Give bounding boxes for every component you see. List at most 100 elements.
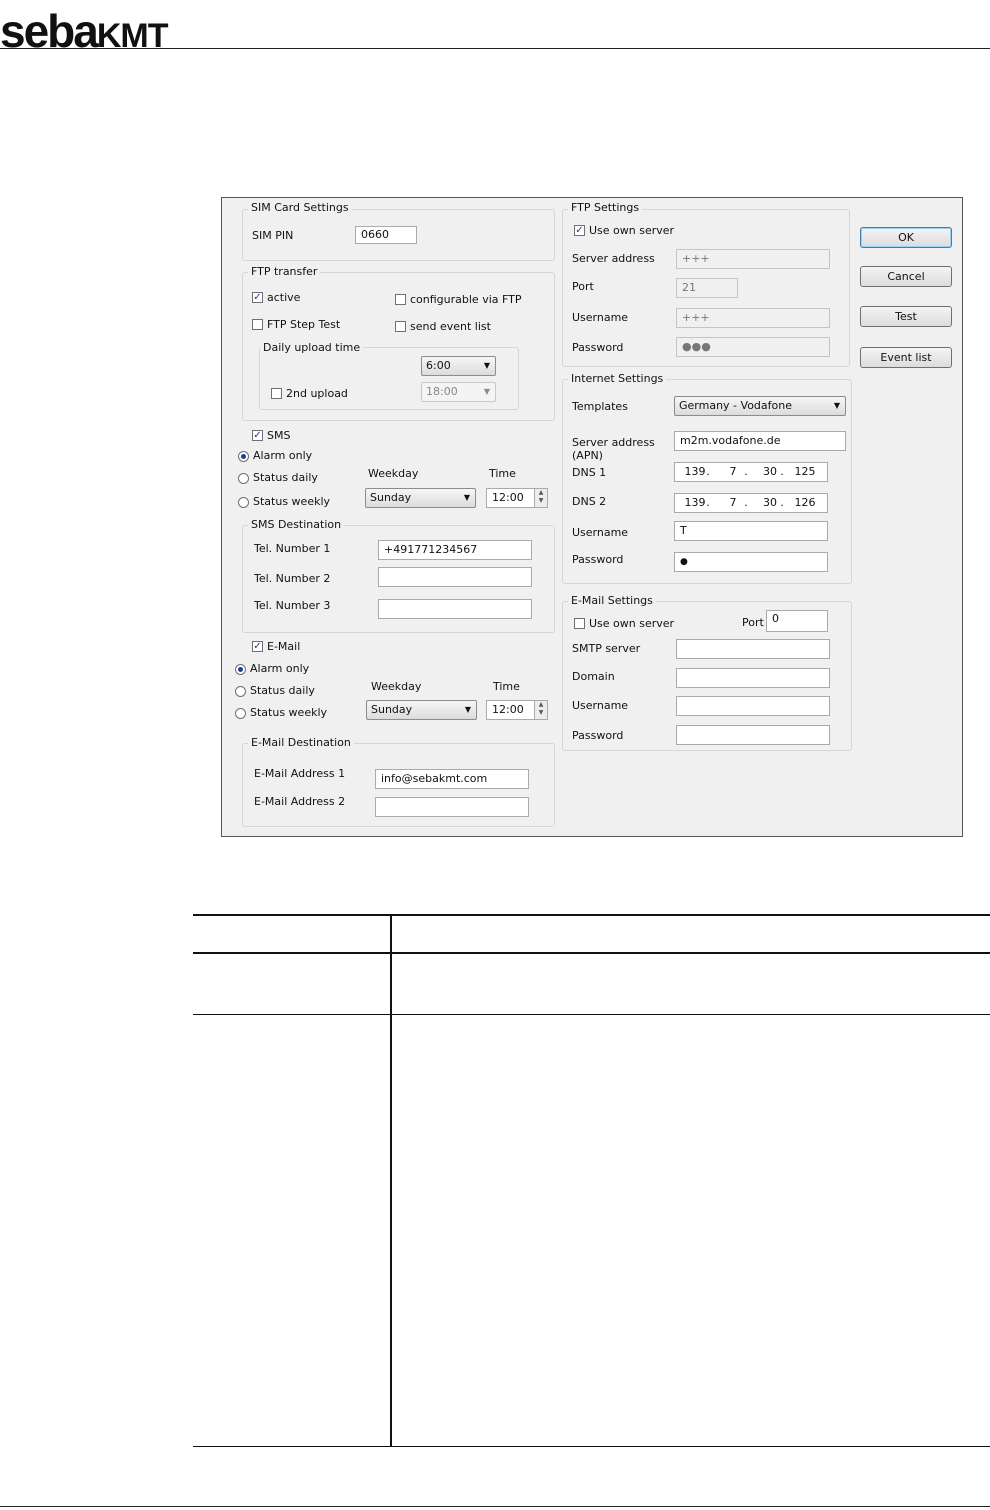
footer-rule xyxy=(0,1506,990,1507)
upload-time-select[interactable]: 6:00 ▼ xyxy=(421,356,496,376)
daily-upload-title: Daily upload time xyxy=(260,341,364,354)
templates-label: Templates xyxy=(572,400,628,413)
ftp-use-own-server-label: Use own server xyxy=(589,224,675,237)
email-alarm-only-radio[interactable] xyxy=(235,664,246,675)
email-alarm-only-label: Alarm only xyxy=(250,662,310,675)
spin-up-icon[interactable]: ▲ xyxy=(535,701,547,709)
sms-time-input[interactable]: 12:00 ▲ ▼ xyxy=(486,488,548,508)
ok-button[interactable]: OK xyxy=(860,227,952,248)
sms-checkbox[interactable]: ✓ xyxy=(252,430,263,441)
sms-status-weekly-radio[interactable] xyxy=(238,497,249,508)
email-port-input[interactable]: 0 xyxy=(766,610,828,632)
templates-select[interactable]: Germany - Vodafone ▼ xyxy=(674,396,846,416)
email-status-weekly-radio[interactable] xyxy=(235,708,246,719)
ftp-password-label: Password xyxy=(572,341,624,354)
sim-pin-label: SIM PIN xyxy=(252,229,294,242)
sms-status-daily-radio[interactable] xyxy=(238,473,249,484)
sms-status-weekly-label: Status weekly xyxy=(253,495,331,508)
chevron-down-icon: ▼ xyxy=(483,361,490,370)
chevron-down-icon: ▼ xyxy=(463,493,470,502)
domain-input[interactable] xyxy=(676,668,830,688)
apn-label: Server address (APN) xyxy=(572,436,655,462)
configurable-ftp-checkbox[interactable] xyxy=(395,294,406,305)
email-destination-title: E-Mail Destination xyxy=(248,736,354,749)
email-use-own-server-checkbox[interactable] xyxy=(574,618,585,629)
dns2-label: DNS 2 xyxy=(572,495,607,508)
ftp-port-label: Port xyxy=(572,280,594,293)
sms-label: SMS xyxy=(267,429,291,442)
sms-status-daily-label: Status daily xyxy=(253,471,318,484)
email-weekday-select[interactable]: Sunday ▼ xyxy=(366,700,477,720)
ftp-active-checkbox[interactable]: ✓ xyxy=(252,292,263,303)
email-status-weekly-label: Status weekly xyxy=(250,706,328,719)
email-weekday-label: Weekday xyxy=(371,680,422,693)
apn-input[interactable]: m2m.vodafone.de xyxy=(674,431,846,451)
sms-time-label: Time xyxy=(489,467,516,480)
email-status-daily-label: Status daily xyxy=(250,684,315,697)
email-password-input[interactable] xyxy=(676,725,830,745)
sms-weekday-select[interactable]: Sunday ▼ xyxy=(365,488,476,508)
tel2-input[interactable] xyxy=(378,567,532,587)
email-use-own-server-label: Use own server xyxy=(589,617,675,630)
test-button[interactable]: Test xyxy=(860,306,952,327)
tel1-input[interactable]: +491771234567 xyxy=(378,540,532,560)
table-header-rule xyxy=(193,952,990,954)
sms-alarm-only-radio[interactable] xyxy=(238,451,249,462)
configurable-ftp-label: configurable via FTP xyxy=(410,293,522,306)
ftp-use-own-server-checkbox[interactable]: ✓ xyxy=(574,225,585,236)
tel3-input[interactable] xyxy=(378,599,532,619)
ftp-server-input[interactable]: +++ xyxy=(676,249,830,269)
spin-up-icon[interactable]: ▲ xyxy=(535,489,547,497)
spin-down-icon[interactable]: ▼ xyxy=(535,709,547,717)
internet-username-label: Username xyxy=(572,526,629,539)
email-time-input[interactable]: 12:00 ▲ ▼ xyxy=(486,700,548,720)
email-addr1-label: E-Mail Address 1 xyxy=(254,767,346,780)
sim-card-title: SIM Card Settings xyxy=(248,201,352,214)
sms-alarm-only-label: Alarm only xyxy=(253,449,313,462)
tel2-label: Tel. Number 2 xyxy=(254,572,331,585)
cancel-button[interactable]: Cancel xyxy=(860,266,952,287)
ftp-settings-title: FTP Settings xyxy=(568,201,643,214)
email-username-input[interactable] xyxy=(676,696,830,716)
sim-pin-input[interactable]: 0660 xyxy=(355,226,417,244)
ftp-step-test-checkbox[interactable] xyxy=(252,319,263,330)
email-label: E-Mail xyxy=(267,640,301,653)
ftp-port-input[interactable]: 21 xyxy=(676,278,738,298)
email-addr2-input[interactable] xyxy=(375,797,529,817)
email-status-daily-radio[interactable] xyxy=(235,686,246,697)
ftp-username-label: Username xyxy=(572,311,629,324)
ftp-password-input[interactable]: ●●● xyxy=(676,337,830,357)
smtp-input[interactable] xyxy=(676,639,830,659)
table-row-rule xyxy=(193,1014,990,1015)
second-upload-checkbox[interactable] xyxy=(271,388,282,399)
second-upload-time-select[interactable]: 18:00 ▼ xyxy=(421,382,496,402)
domain-label: Domain xyxy=(572,670,615,683)
table-bottom-rule xyxy=(193,1446,990,1447)
table-top-rule xyxy=(193,914,990,916)
internet-password-input[interactable]: ● xyxy=(674,552,828,572)
send-event-list-label: send event list xyxy=(410,320,491,333)
ftp-transfer-title: FTP transfer xyxy=(248,265,321,278)
ftp-username-input[interactable]: +++ xyxy=(676,308,830,328)
ftp-step-test-label: FTP Step Test xyxy=(267,318,341,331)
second-upload-label: 2nd upload xyxy=(286,387,348,400)
dns1-input[interactable]: 139. 7. 30. 125 xyxy=(674,462,828,482)
email-checkbox[interactable]: ✓ xyxy=(252,641,263,652)
dns1-label: DNS 1 xyxy=(572,466,607,479)
email-time-label: Time xyxy=(493,680,520,693)
smtp-label: SMTP server xyxy=(572,642,641,655)
brand-logo: sebaKMT xyxy=(0,5,169,57)
chevron-down-icon: ▼ xyxy=(464,705,471,714)
chevron-down-icon: ▼ xyxy=(483,387,490,396)
internet-settings-title: Internet Settings xyxy=(568,372,667,385)
spin-down-icon[interactable]: ▼ xyxy=(535,497,547,505)
chevron-down-icon: ▼ xyxy=(833,401,840,410)
event-list-button[interactable]: Event list xyxy=(860,347,952,368)
dns2-input[interactable]: 139. 7. 30. 126 xyxy=(674,493,828,513)
send-event-list-checkbox[interactable] xyxy=(395,321,406,332)
sms-destination-title: SMS Destination xyxy=(248,518,345,531)
internet-password-label: Password xyxy=(572,553,624,566)
email-port-label: Port xyxy=(742,616,764,629)
internet-username-input[interactable]: T xyxy=(674,521,828,541)
email-addr1-input[interactable]: info@sebakmt.com xyxy=(375,769,529,789)
